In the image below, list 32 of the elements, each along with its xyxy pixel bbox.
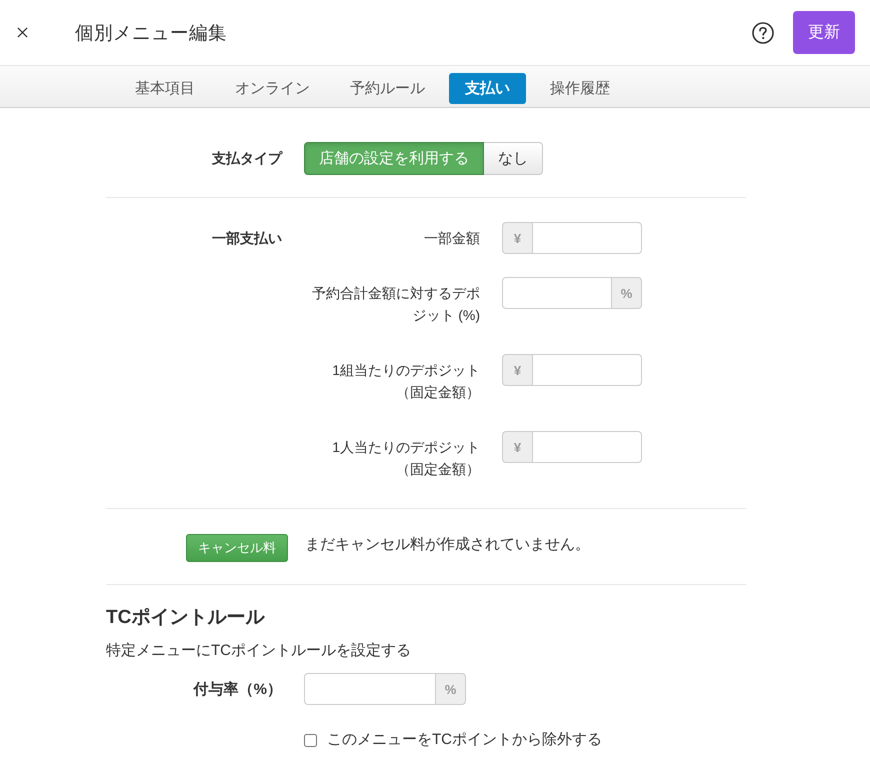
checkbox-label: このメニューをTCポイントから除外する (327, 730, 602, 750)
input-field[interactable] (502, 277, 612, 309)
input-addon: ¥ (502, 431, 532, 463)
tab[interactable]: 支払い (449, 73, 526, 104)
checkbox[interactable] (304, 734, 317, 746)
input-addon: ¥ (502, 354, 532, 386)
input-field[interactable] (304, 673, 436, 705)
tab[interactable]: 操作履歴 (534, 73, 626, 104)
input-addon: % (436, 673, 466, 705)
field-label: 予約合計金額に対するデポジット (%) (311, 284, 480, 325)
tab[interactable]: 基本項目 (119, 73, 211, 104)
close-icon[interactable] (17, 27, 28, 38)
field-label: 1組当たりのデポジット（固定金額） (331, 361, 480, 402)
tab[interactable]: 予約ルール (334, 73, 441, 104)
input-addon: ¥ (502, 222, 532, 254)
help-icon[interactable] (752, 22, 774, 44)
field-label: 一部金額 (423, 229, 480, 248)
update-button[interactable]: 更新 (793, 11, 855, 54)
page-title: 個別メニュー編集 (75, 21, 227, 45)
input-field[interactable] (532, 431, 642, 463)
status-message: まだキャンセル料が作成されていません。 (305, 535, 590, 555)
field-label: 支払タイプ (211, 150, 282, 168)
input-field[interactable] (532, 354, 642, 386)
field-label: 付与率（%） (192, 680, 282, 698)
option-button[interactable]: なし (484, 142, 543, 175)
input-addon: % (612, 277, 642, 309)
input-field[interactable] (532, 222, 642, 254)
tab[interactable]: オンライン (219, 73, 326, 104)
field-label: 1人当たりのデポジット（固定金額） (331, 438, 480, 479)
section-description: 特定メニューにTCポイントルールを設定する (106, 641, 411, 661)
section-label: 一部支払い (211, 229, 282, 248)
section-heading: TCポイントルール (106, 606, 264, 630)
